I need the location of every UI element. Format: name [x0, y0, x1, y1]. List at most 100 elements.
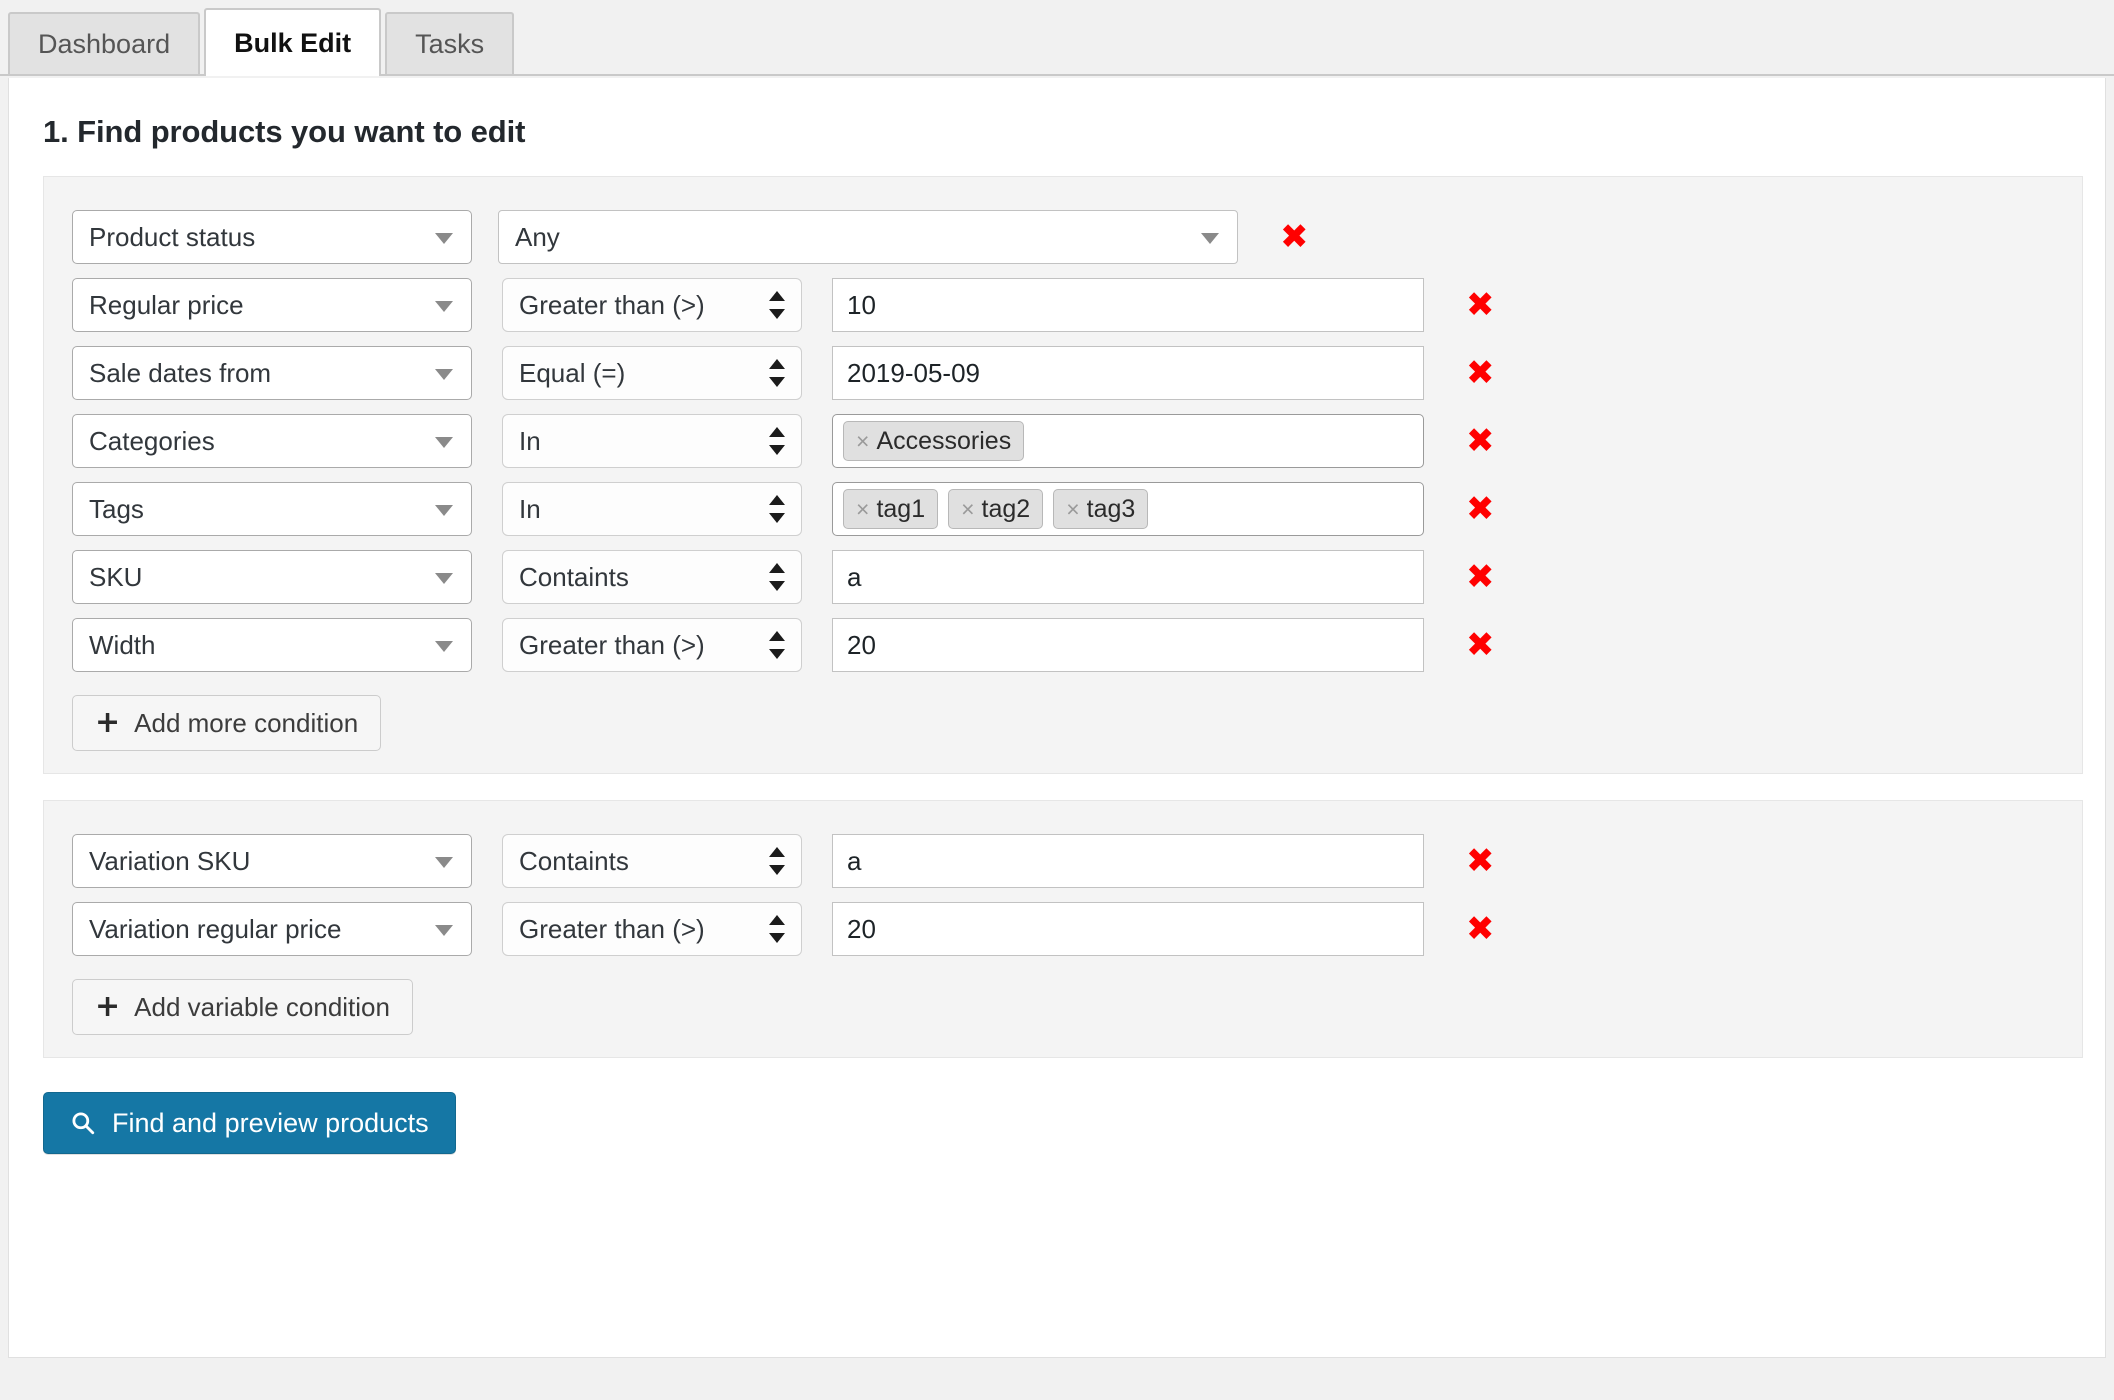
variation-condition-row: Variation regular price Greater than (>)…: [44, 895, 2082, 963]
remove-condition-icon[interactable]: ✖: [1466, 844, 1495, 878]
condition-row: Tags In × tag1 × tag2 × tag3 ✖: [44, 475, 2082, 543]
condition-row: Categories In × Accessories ✖: [44, 407, 2082, 475]
condition-row: Width Greater than (>) 20 ✖: [44, 611, 2082, 679]
condition-chips-input[interactable]: × Accessories: [832, 414, 1424, 468]
bulk-edit-page: Dashboard Bulk Edit Tasks 1. Find produc…: [0, 0, 2114, 1400]
remove-condition-icon[interactable]: ✖: [1466, 628, 1495, 662]
condition-value-text: 2019-05-09: [847, 357, 980, 388]
variation-field-label: Variation SKU: [89, 845, 251, 876]
condition-field-select[interactable]: Product status: [72, 210, 472, 264]
condition-row: Sale dates from Equal (=) 2019-05-09 ✖: [44, 339, 2082, 407]
condition-row: Product status Any ✖: [44, 203, 2082, 271]
select-spinner-icon: [769, 631, 785, 659]
chip-remove-icon[interactable]: ×: [856, 429, 869, 453]
add-variable-condition-label: Add variable condition: [134, 991, 390, 1022]
condition-operator-label: In: [519, 425, 541, 456]
condition-field-label: Product status: [89, 221, 256, 252]
condition-field-select[interactable]: Width: [72, 618, 472, 672]
remove-condition-icon[interactable]: ✖: [1466, 492, 1495, 526]
plus-icon: +: [95, 705, 121, 740]
condition-value-input[interactable]: 2019-05-09: [832, 346, 1424, 400]
condition-value-input[interactable]: 20: [832, 618, 1424, 672]
condition-field-select[interactable]: SKU: [72, 550, 472, 604]
remove-condition-icon[interactable]: ✖: [1466, 912, 1495, 946]
chevron-down-icon: [435, 641, 453, 652]
condition-operator-select[interactable]: In: [502, 482, 802, 536]
condition-field-select[interactable]: Categories: [72, 414, 472, 468]
chip-item: × tag1: [843, 489, 939, 529]
condition-field-select[interactable]: Sale dates from: [72, 346, 472, 400]
condition-chips-input[interactable]: × tag1 × tag2 × tag3: [832, 482, 1424, 536]
variation-field-select[interactable]: Variation SKU: [72, 834, 472, 888]
condition-value-input[interactable]: 10: [832, 278, 1424, 332]
chip-label: tag2: [981, 494, 1031, 523]
chip-remove-icon[interactable]: ×: [1066, 497, 1079, 521]
tab-tasks-label: Tasks: [415, 28, 485, 59]
condition-field-label: SKU: [89, 561, 143, 592]
select-spinner-icon: [769, 563, 785, 591]
chevron-down-icon: [435, 857, 453, 868]
chevron-down-icon: [435, 369, 453, 380]
remove-condition-icon[interactable]: ✖: [1466, 560, 1495, 594]
condition-operator-label: Greater than (>): [519, 289, 705, 320]
condition-field-label: Categories: [89, 425, 215, 456]
tab-dashboard[interactable]: Dashboard: [8, 12, 201, 74]
page-title: 1. Find products you want to edit: [43, 114, 526, 149]
condition-operator-select[interactable]: Containts: [502, 550, 802, 604]
select-spinner-icon: [769, 847, 785, 875]
remove-condition-icon[interactable]: ✖: [1280, 220, 1309, 254]
variation-operator-select[interactable]: Greater than (>): [502, 902, 802, 956]
chip-remove-icon[interactable]: ×: [856, 497, 869, 521]
variation-value-input[interactable]: 20: [832, 902, 1424, 956]
find-and-preview-products-label: Find and preview products: [112, 1107, 429, 1138]
select-spinner-icon: [769, 427, 785, 455]
condition-field-select[interactable]: Regular price: [72, 278, 472, 332]
select-spinner-icon: [769, 291, 785, 319]
chevron-down-icon: [435, 437, 453, 448]
chevron-down-icon: [435, 505, 453, 516]
tab-dashboard-label: Dashboard: [38, 28, 171, 59]
search-icon: [70, 1110, 96, 1136]
chip-remove-icon[interactable]: ×: [961, 497, 974, 521]
variation-value-text: 20: [847, 913, 876, 944]
remove-condition-icon[interactable]: ✖: [1466, 288, 1495, 322]
variation-conditions-group: Variation SKU Containts a ✖ Variation re…: [43, 800, 2083, 1058]
chip-item: × tag3: [1053, 489, 1149, 529]
variation-value-text: a: [847, 845, 862, 876]
add-more-condition-label: Add more condition: [134, 707, 359, 738]
bulk-edit-panel: 1. Find products you want to edit Produc…: [8, 78, 2106, 1358]
chevron-down-icon: [1201, 233, 1219, 244]
chip-item: × tag2: [948, 489, 1044, 529]
condition-value-text: 20: [847, 629, 876, 660]
chip-label: tag1: [876, 494, 926, 523]
variation-field-select[interactable]: Variation regular price: [72, 902, 472, 956]
variation-operator-select[interactable]: Containts: [502, 834, 802, 888]
find-and-preview-products-button[interactable]: Find and preview products: [43, 1092, 456, 1154]
condition-operator-label: Containts: [519, 561, 629, 592]
select-spinner-icon: [769, 915, 785, 943]
condition-field-label: Regular price: [89, 289, 244, 320]
condition-operator-select[interactable]: Greater than (>): [502, 278, 802, 332]
chevron-down-icon: [435, 233, 453, 244]
condition-field-select[interactable]: Tags: [72, 482, 472, 536]
add-variable-condition-button[interactable]: + Add variable condition: [72, 979, 413, 1035]
condition-value-input[interactable]: a: [832, 550, 1424, 604]
variation-operator-label: Greater than (>): [519, 913, 705, 944]
condition-field-label: Sale dates from: [89, 357, 272, 388]
tab-bulk-edit[interactable]: Bulk Edit: [204, 8, 382, 76]
condition-value-select[interactable]: Any: [498, 210, 1238, 264]
tab-tasks[interactable]: Tasks: [385, 12, 515, 74]
remove-condition-icon[interactable]: ✖: [1466, 424, 1495, 458]
condition-row: SKU Containts a ✖: [44, 543, 2082, 611]
chip-item: × Accessories: [843, 421, 1025, 461]
condition-operator-select[interactable]: Equal (=): [502, 346, 802, 400]
variation-operator-label: Containts: [519, 845, 629, 876]
remove-condition-icon[interactable]: ✖: [1466, 356, 1495, 390]
chip-label: tag3: [1086, 494, 1136, 523]
add-more-condition-button[interactable]: + Add more condition: [72, 695, 382, 751]
add-variable-condition-row: + Add variable condition: [44, 979, 2082, 1035]
condition-value-label: Any: [515, 221, 560, 252]
condition-operator-select[interactable]: Greater than (>): [502, 618, 802, 672]
condition-operator-select[interactable]: In: [502, 414, 802, 468]
variation-value-input[interactable]: a: [832, 834, 1424, 888]
